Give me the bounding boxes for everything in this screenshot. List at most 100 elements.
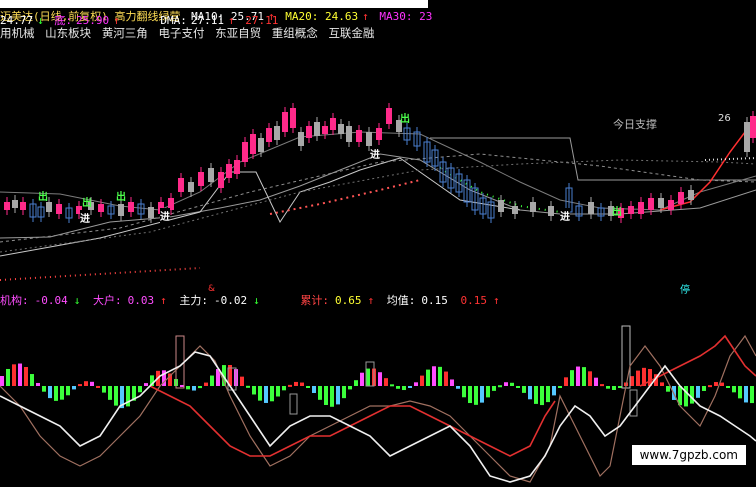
candle bbox=[12, 200, 18, 208]
indicator-bar bbox=[102, 386, 106, 393]
candle bbox=[298, 132, 304, 146]
indicator-bar bbox=[360, 372, 364, 386]
envelope-upper bbox=[0, 131, 756, 211]
sector-tag[interactable]: 东亚自贸 bbox=[215, 26, 261, 40]
entry-signal: 进 bbox=[80, 210, 90, 225]
candle bbox=[188, 182, 194, 192]
candle bbox=[178, 178, 184, 192]
hollow-bar bbox=[621, 325, 631, 389]
candle bbox=[744, 122, 750, 152]
indicator-bar bbox=[594, 377, 598, 386]
candle bbox=[148, 207, 154, 218]
indicator-bar bbox=[576, 366, 580, 386]
sector-tags: 用机械 山东板块 黄河三角 电子支付 东亚自贸 重组概念 互联金融 bbox=[0, 25, 756, 41]
candle bbox=[274, 126, 280, 140]
indicator-bar bbox=[564, 377, 568, 386]
candle bbox=[250, 134, 256, 154]
candle bbox=[648, 198, 654, 210]
candle bbox=[306, 126, 312, 138]
candle bbox=[242, 142, 248, 162]
sector-tag[interactable]: 黄河三角 bbox=[102, 26, 148, 40]
sector-tag[interactable]: 山东板块 bbox=[45, 26, 91, 40]
price-right-label: 26 bbox=[718, 113, 731, 124]
exit-signal: 出 bbox=[400, 114, 410, 125]
candle bbox=[638, 202, 644, 214]
indicator-bar bbox=[312, 386, 316, 393]
indicator-bar bbox=[24, 367, 28, 386]
leiji-label: 累计: bbox=[300, 294, 329, 306]
indicator-bar bbox=[612, 386, 616, 391]
candle bbox=[208, 168, 214, 182]
indicator-bar bbox=[396, 386, 400, 389]
price-chart[interactable] bbox=[0, 42, 756, 282]
indicator-bar bbox=[270, 386, 274, 402]
indicator-bar bbox=[84, 381, 88, 386]
chart-header-row2: 24.77 ↓ 底: 25.90 ↑ DMA: 27.11 ↑ 27.11 bbox=[0, 12, 756, 26]
indicator-bar bbox=[468, 386, 472, 404]
indicator-bar bbox=[534, 386, 538, 404]
indicator-bar bbox=[276, 386, 280, 397]
dahu-label: 大户: bbox=[93, 294, 122, 306]
sector-tag[interactable]: 用机械 bbox=[0, 26, 35, 40]
indicator-bar bbox=[696, 386, 700, 398]
indicator-bar bbox=[630, 376, 634, 386]
indicator-bar bbox=[420, 375, 424, 386]
indicator-bar bbox=[462, 386, 466, 398]
red-dot-trend bbox=[269, 179, 421, 215]
right-red-curve bbox=[659, 123, 756, 211]
indicator-bar bbox=[36, 382, 40, 386]
jigou-label: 机构: bbox=[0, 294, 29, 306]
sector-tag[interactable]: 电子支付 bbox=[158, 26, 204, 40]
indicator-bar bbox=[90, 381, 94, 386]
candle bbox=[658, 198, 664, 208]
indicator-bar bbox=[60, 386, 64, 400]
candle bbox=[750, 116, 756, 138]
indicator-bar bbox=[288, 384, 292, 387]
indicator-bar bbox=[378, 372, 382, 386]
indicator-bar bbox=[744, 386, 748, 403]
indicator-bar bbox=[552, 386, 556, 396]
sector-tag[interactable]: 重组概念 bbox=[272, 26, 318, 40]
entry-signal: 进 bbox=[370, 146, 380, 161]
candle bbox=[198, 172, 204, 186]
sector-tag[interactable]: 互联金融 bbox=[328, 26, 374, 40]
exit-signal: 出 bbox=[612, 207, 622, 218]
junzhi-value2: 0.15 bbox=[460, 294, 488, 306]
indicator-bar bbox=[516, 386, 520, 388]
indicator-bar bbox=[714, 382, 718, 386]
indicator-bar bbox=[492, 386, 496, 391]
indicator-bar bbox=[456, 386, 460, 389]
indicator-bar bbox=[96, 385, 100, 388]
indicator-bar bbox=[354, 380, 358, 386]
indicator-bar bbox=[306, 386, 310, 388]
candle bbox=[668, 200, 674, 210]
candle bbox=[282, 112, 288, 132]
leiji-value: 0.65 bbox=[335, 294, 362, 306]
indicator-bar bbox=[12, 364, 16, 386]
indicator-bar bbox=[192, 386, 196, 391]
candle bbox=[314, 122, 320, 136]
indicator-bar bbox=[180, 384, 184, 387]
junzhi-arrow: ↑ bbox=[493, 294, 500, 306]
candle bbox=[218, 172, 224, 188]
indicator-bar bbox=[498, 385, 502, 388]
indicator-bar bbox=[618, 386, 622, 388]
indicator-bar bbox=[690, 386, 694, 404]
candle bbox=[330, 118, 336, 130]
indicator-bar bbox=[138, 386, 142, 393]
indicator-bar bbox=[42, 386, 46, 392]
indicator-bar bbox=[546, 386, 550, 403]
indicator-bar bbox=[684, 386, 688, 407]
watermark: www.7gpzb.com bbox=[631, 445, 746, 465]
indicator-bar bbox=[144, 383, 148, 386]
jigou-arrow: ↓ bbox=[73, 294, 81, 306]
indicator-bar bbox=[210, 375, 214, 386]
junzhi-label: 均值: bbox=[386, 294, 416, 306]
indicator-bar bbox=[588, 371, 592, 386]
indicator-bar bbox=[486, 386, 490, 398]
indicator-bar bbox=[18, 363, 22, 386]
leiji-arrow: ↑ bbox=[367, 294, 375, 306]
candle bbox=[386, 108, 392, 124]
indicator-bar bbox=[414, 382, 418, 386]
indicator-bar bbox=[264, 386, 268, 403]
